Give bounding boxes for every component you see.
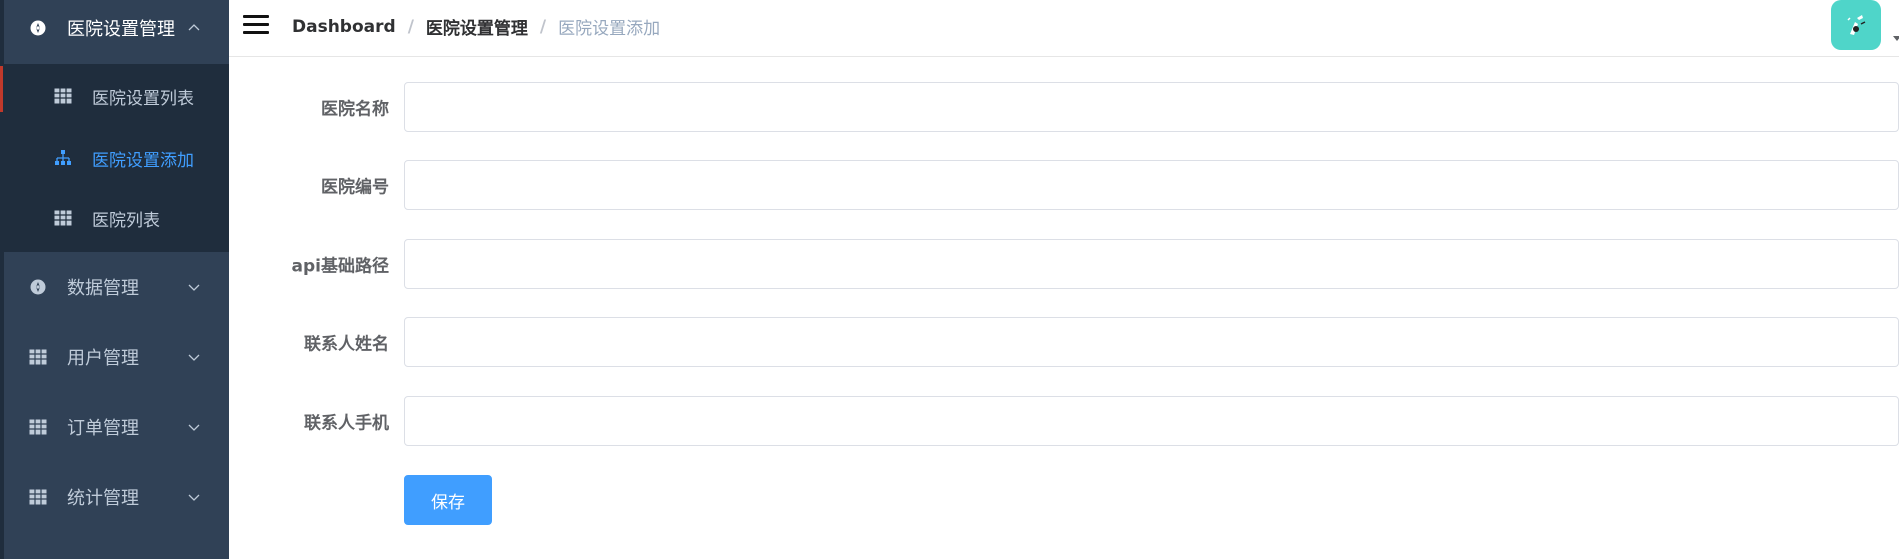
submenu-label: 医院设置添加 — [92, 150, 194, 171]
form-row-api-base-path: api基础路径 — [229, 239, 1899, 289]
menu-label: 统计管理 — [67, 488, 139, 509]
tree-icon — [54, 149, 72, 167]
menu-label: 数据管理 — [67, 278, 139, 299]
table-icon — [29, 488, 47, 506]
chevron-down-icon — [188, 284, 200, 291]
field-label: 医院编号 — [321, 177, 389, 198]
breadcrumb-separator: / — [539, 16, 547, 37]
user-avatar[interactable] — [1831, 0, 1881, 50]
hamburger-menu-icon[interactable] — [243, 13, 269, 37]
menu-order-management[interactable]: 订单管理 — [4, 399, 229, 455]
chevron-down-icon — [188, 424, 200, 431]
chevron-up-icon — [188, 24, 200, 31]
chevron-down-icon — [188, 494, 200, 501]
breadcrumb: Dashboard / 医院设置管理 / 医院设置添加 — [292, 14, 661, 40]
submenu-hospital-settings: 医院设置列表 医院设置添加 医院列表 — [4, 64, 229, 252]
menu-statistics-management[interactable]: 统计管理 — [4, 469, 229, 525]
field-label: 联系人手机 — [304, 413, 389, 434]
field-label: 联系人姓名 — [304, 334, 389, 355]
chevron-down-icon — [188, 354, 200, 361]
menu-label: 医院设置管理 — [67, 19, 175, 40]
contact-name-input[interactable] — [404, 317, 1899, 367]
menu-hospital-settings[interactable]: 医院设置管理 — [4, 0, 229, 56]
api-base-path-input[interactable] — [404, 239, 1899, 289]
submenu-label: 医院列表 — [92, 210, 160, 231]
breadcrumb-separator: / — [407, 16, 414, 37]
table-icon — [54, 87, 72, 105]
save-button[interactable]: 保存 — [404, 475, 492, 525]
table-icon — [29, 348, 47, 366]
breadcrumb-item-hospital-settings[interactable]: 医院设置管理 — [426, 14, 528, 39]
hospital-name-input[interactable] — [404, 82, 1899, 132]
submenu-label: 医院设置列表 — [92, 88, 194, 109]
form-row-contact-name: 联系人姓名 — [229, 317, 1899, 367]
form-row-contact-phone: 联系人手机 — [229, 396, 1899, 446]
submenu-item-hospital-settings-list[interactable]: 医院设置列表 — [4, 66, 229, 126]
contact-phone-input[interactable] — [404, 396, 1899, 446]
menu-data-management[interactable]: 数据管理 — [4, 259, 229, 315]
form-row-hospital-code: 医院编号 — [229, 160, 1899, 210]
menu-label: 用户管理 — [67, 348, 139, 369]
breadcrumb-item-current: 医院设置添加 — [558, 19, 661, 39]
hospital-code-input[interactable] — [404, 160, 1899, 210]
menu-user-management[interactable]: 用户管理 — [4, 329, 229, 385]
sidebar: 医院设置管理 医院设置列表 医院设置添加 医院列表 数据管理 用户管理 订单管理… — [0, 0, 229, 559]
breadcrumb-item-dashboard[interactable]: Dashboard — [292, 17, 396, 37]
sidebar-edge-marker — [0, 66, 3, 112]
menu-label: 订单管理 — [67, 418, 139, 439]
table-icon — [54, 209, 72, 227]
submenu-item-hospital-list[interactable]: 医院列表 — [4, 188, 229, 248]
form-row-hospital-name: 医院名称 — [229, 82, 1899, 132]
submenu-item-hospital-settings-add[interactable]: 医院设置添加 — [4, 128, 229, 188]
caret-down-icon[interactable] — [1893, 36, 1899, 41]
table-icon — [29, 418, 47, 436]
compass-icon — [29, 278, 47, 296]
field-label: 医院名称 — [321, 99, 389, 120]
compass-icon — [29, 19, 47, 37]
navbar: Dashboard / 医院设置管理 / 医院设置添加 — [229, 0, 1899, 57]
field-label: api基础路径 — [291, 256, 389, 277]
user-avatar-icon — [1847, 15, 1866, 35]
